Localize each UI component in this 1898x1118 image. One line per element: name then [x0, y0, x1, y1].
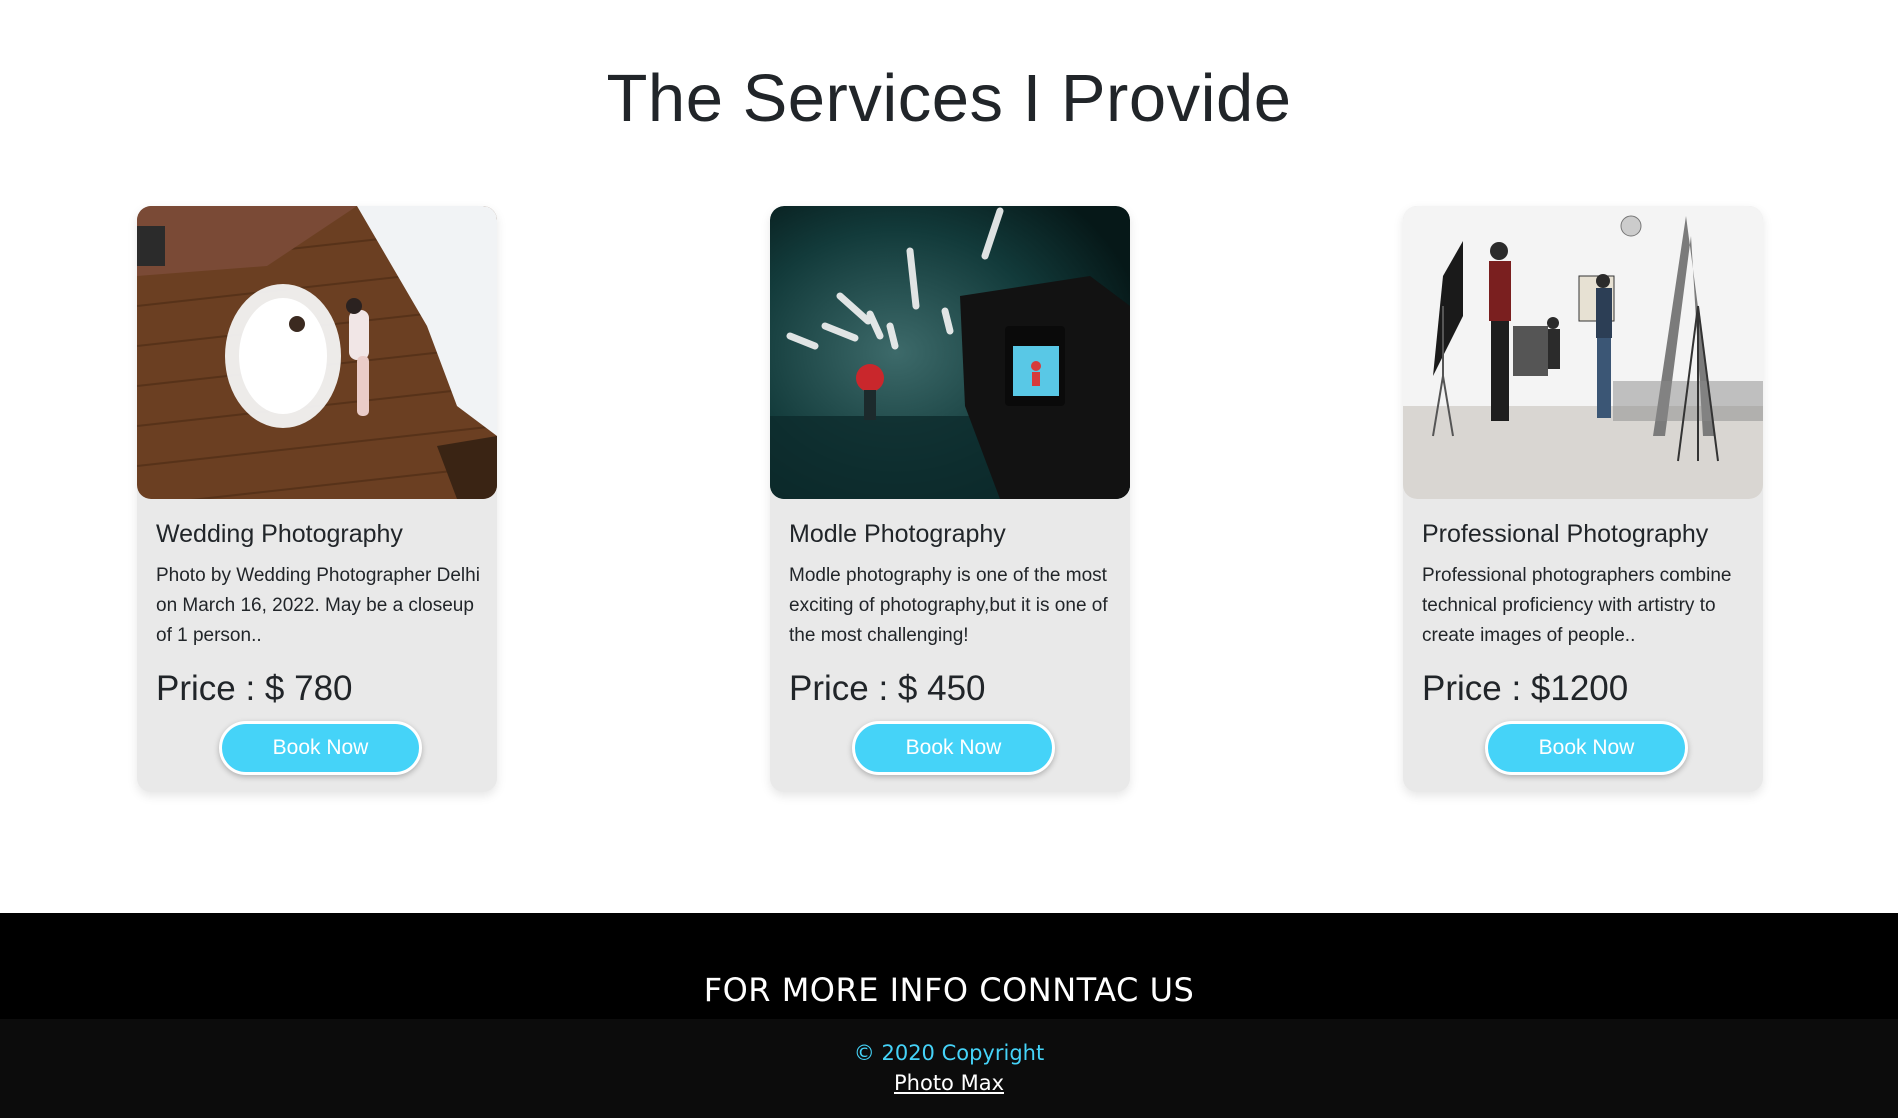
brand-link-wrapper: Photo Max — [0, 1071, 1898, 1095]
modle-photo-image — [770, 206, 1130, 499]
card-price: Price : $ 450 — [789, 669, 986, 708]
brand-link[interactable]: Photo Max — [894, 1071, 1004, 1095]
card-title: Professional Photography — [1422, 520, 1709, 548]
wedding-photo-image — [137, 206, 497, 499]
service-card-wedding: Wedding Photography Photo by Wedding Pho… — [137, 206, 497, 792]
card-description: Modle photography is one of the most exc… — [789, 565, 1108, 646]
footer-heading: FOR MORE INFO CONNTAC US — [703, 971, 1195, 1009]
book-now-button[interactable]: Book Now — [219, 721, 422, 775]
card-price: Price : $1200 — [1422, 669, 1629, 708]
book-now-button[interactable]: Book Now — [852, 721, 1055, 775]
footer-contact-band: FOR MORE INFO CONNTAC US — [0, 913, 1898, 1019]
card-price: Price : $ 780 — [156, 669, 353, 708]
page-title: The Services I Provide — [606, 61, 1292, 136]
card-title: Wedding Photography — [156, 520, 403, 548]
page: The Services I Provide Wedding Photograp… — [0, 0, 1898, 1118]
book-now-button[interactable]: Book Now — [1485, 721, 1688, 775]
professional-photo-image — [1403, 206, 1763, 499]
footer-copyright-band: © 2020 Copyright Photo Max — [0, 1019, 1898, 1118]
service-card-modle: Modle Photography Modle photography is o… — [770, 206, 1130, 792]
card-title: Modle Photography — [789, 520, 1006, 548]
service-card-professional: Professional Photography Professional ph… — [1403, 206, 1763, 792]
copyright-text: © 2020 Copyright — [853, 1041, 1045, 1065]
card-description: Photo by Wedding Photographer Delhi on M… — [156, 565, 480, 646]
card-description: Professional photographers combine techn… — [1422, 565, 1732, 646]
